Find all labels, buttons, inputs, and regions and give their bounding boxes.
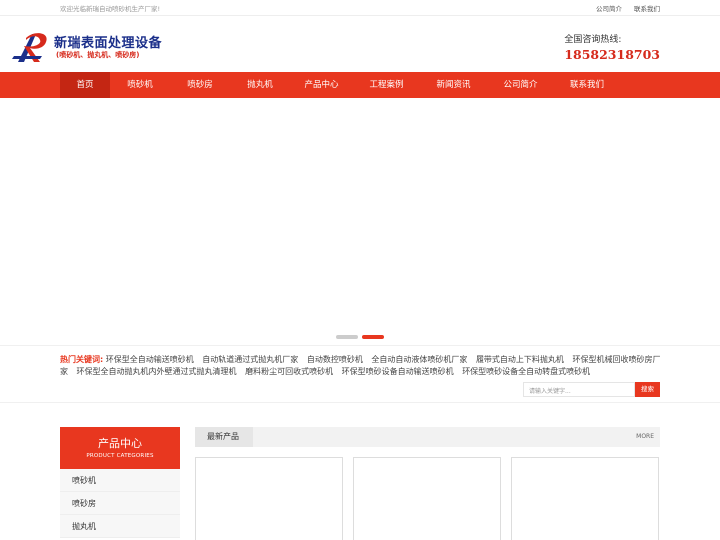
nav-item-shot-blaster[interactable]: 抛丸机 <box>230 72 290 98</box>
latest-products: 最新产品 MORE <box>195 427 660 540</box>
keyword-link[interactable]: 磨料粉尘可回收式喷砂机 <box>245 367 333 376</box>
sidebar-item-sandblaster[interactable]: 喷砂机 <box>60 469 180 492</box>
search-form: 请输入关键字... 搜索 <box>523 382 660 397</box>
keyword-link[interactable]: 全自动自动液体喷砂机厂家 <box>371 355 467 364</box>
main-nav: 首页 喷砂机 喷砂房 抛丸机 产品中心 工程案例 新闻资讯 公司简介 联系我们 <box>0 72 720 98</box>
product-card[interactable] <box>511 457 659 540</box>
sidebar-item-sandblast-room[interactable]: 喷砂房 <box>60 492 180 515</box>
header: 新瑞表面处理设备 (喷砂机、抛丸机、喷砂房) 全国咨询热线: 185823187… <box>0 16 720 72</box>
products-header: 最新产品 MORE <box>195 427 660 447</box>
slider-dot-1[interactable] <box>336 335 358 339</box>
product-card[interactable] <box>195 457 343 540</box>
hotline: 全国咨询热线: 18582318703 <box>564 32 660 62</box>
hot-keywords-bar: 热门关键词: 环保型全自动输送喷砂机 自动轨道通过式抛丸机厂家 自动数控喷砂机 … <box>0 345 720 403</box>
keyword-link[interactable]: 自动轨道通过式抛丸机厂家 <box>202 355 298 364</box>
logo-title: 新瑞表面处理设备 <box>54 36 163 51</box>
hot-keywords: 热门关键词: 环保型全自动输送喷砂机 自动轨道通过式抛丸机厂家 自动数控喷砂机 … <box>60 354 662 378</box>
keyword-link[interactable]: 环保型喷砂设备自动输送喷砂机 <box>342 367 454 376</box>
nav-item-sandblaster[interactable]: 喷砂机 <box>110 72 170 98</box>
hot-keywords-label: 热门关键词: <box>60 355 104 364</box>
product-sidebar: 产品中心 PRODUCT CATEGORIES 喷砂机 喷砂房 抛丸机 <box>60 427 180 538</box>
search-button[interactable]: 搜索 <box>635 382 660 397</box>
sidebar-item-shot-blaster[interactable]: 抛丸机 <box>60 515 180 538</box>
slider-dot-2[interactable] <box>362 335 384 339</box>
nav-item-about[interactable]: 公司简介 <box>487 72 554 98</box>
sidebar-subtitle: PRODUCT CATEGORIES <box>86 453 154 459</box>
products-tab[interactable]: 最新产品 <box>195 427 253 447</box>
nav-item-home[interactable]: 首页 <box>60 72 110 98</box>
welcome-text: 欢迎光临新瑞自动喷砂机生产厂家! <box>60 5 161 13</box>
product-cards <box>195 457 660 540</box>
slider-dots <box>336 335 384 339</box>
top-link-about[interactable]: 公司简介 <box>596 3 622 13</box>
banner-slider[interactable] <box>0 98 720 345</box>
keyword-link[interactable]: 履带式自动上下料抛丸机 <box>476 355 564 364</box>
logo-subtitle: (喷砂机、抛丸机、喷砂房) <box>56 51 140 59</box>
keyword-link[interactable]: 环保型全自动输送喷砂机 <box>106 355 194 364</box>
top-link-contact[interactable]: 联系我们 <box>634 3 660 13</box>
keyword-link[interactable]: 环保型全自动抛丸机内外壁通过式抛丸清理机 <box>77 367 237 376</box>
nav-item-contact[interactable]: 联系我们 <box>554 72 620 98</box>
top-bar: 欢迎光临新瑞自动喷砂机生产厂家! 公司简介 联系我们 <box>0 0 720 16</box>
logo-mark-icon <box>12 33 47 62</box>
top-links: 公司简介 联系我们 <box>596 3 660 13</box>
keyword-link[interactable]: 环保型喷砂设备全自动转盘式喷砂机 <box>462 367 590 376</box>
sidebar-header: 产品中心 PRODUCT CATEGORIES <box>60 427 180 469</box>
product-card[interactable] <box>353 457 501 540</box>
more-link[interactable]: MORE <box>636 433 654 440</box>
main-section: 产品中心 PRODUCT CATEGORIES 喷砂机 喷砂房 抛丸机 最新产品… <box>0 403 720 540</box>
nav-item-cases[interactable]: 工程案例 <box>353 72 420 98</box>
nav-item-sandblast-room[interactable]: 喷砂房 <box>170 72 230 98</box>
hotline-phone: 18582318703 <box>564 47 660 62</box>
nav-item-products[interactable]: 产品中心 <box>290 72 353 98</box>
sidebar-title: 产品中心 <box>98 437 142 450</box>
logo[interactable]: 新瑞表面处理设备 (喷砂机、抛丸机、喷砂房) <box>12 28 162 68</box>
keyword-link[interactable]: 自动数控喷砂机 <box>307 355 363 364</box>
nav-item-news[interactable]: 新闻资讯 <box>420 72 487 98</box>
search-input[interactable]: 请输入关键字... <box>523 382 635 397</box>
hotline-label: 全国咨询热线: <box>564 35 622 45</box>
